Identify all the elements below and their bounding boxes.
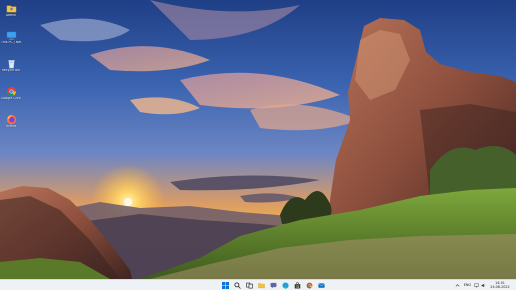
desktop-icon-label: This PC / Networking (1, 41, 21, 44)
chrome-icon (6, 86, 16, 97)
network-icon (473, 283, 479, 287)
folder-icon (258, 283, 265, 289)
desktop-icon-admin[interactable]: Admin (1, 1, 21, 25)
desktop-icon-label: Firefox (5, 125, 17, 128)
desktop-icon-label: Google Chrome (1, 97, 21, 100)
system-tray: ENG 14:51 24.08.2022 (455, 280, 516, 290)
recycle-bin-icon (7, 60, 15, 69)
chrome-taskbar-button[interactable] (305, 281, 314, 290)
store-icon (294, 282, 301, 289)
mail-icon (318, 283, 325, 288)
desktop-icon-recycle-bin[interactable]: Recycle Bin (1, 56, 21, 80)
taskbar: ENG 14:51 24.08.2022 (0, 279, 516, 290)
windows-start-icon (222, 282, 229, 289)
desktop-icon-firefox[interactable]: Firefox (1, 112, 21, 136)
search-icon (234, 282, 241, 289)
edge-button[interactable] (281, 281, 290, 290)
input-language-indicator[interactable]: ENG (464, 283, 471, 287)
network-button[interactable] (473, 281, 479, 289)
file-explorer-button[interactable] (257, 281, 266, 290)
desktop-icon-label: Admin (5, 14, 17, 17)
monitor-icon (6, 31, 16, 40)
chrome-icon (306, 282, 313, 289)
store-button[interactable] (293, 281, 302, 290)
desktop-icon-label: Recycle Bin (1, 69, 21, 72)
firefox-icon (6, 114, 16, 125)
show-hidden-icons-button[interactable] (455, 281, 461, 289)
chat-icon (270, 282, 277, 289)
taskbar-apps (221, 281, 326, 290)
task-view-button[interactable] (245, 281, 254, 290)
task-view-icon (246, 282, 253, 289)
mail-button[interactable] (317, 281, 326, 290)
chat-button[interactable] (269, 281, 278, 290)
volume-button[interactable] (480, 281, 486, 289)
taskbar-search-button[interactable] (233, 281, 242, 290)
edge-icon (282, 282, 289, 289)
start-button[interactable] (221, 281, 230, 290)
speaker-icon (481, 283, 485, 287)
clock-date: 24.08.2022 (490, 285, 510, 289)
user-folder-icon (6, 5, 16, 13)
chevron-up-icon (455, 283, 460, 287)
desktop-wallpaper (0, 0, 516, 279)
desktop-icon-chrome[interactable]: Google Chrome (1, 84, 21, 108)
desktop-icon-this-pc[interactable]: This PC / Networking (1, 28, 21, 52)
taskbar-clock[interactable]: 14:51 24.08.2022 (487, 281, 513, 289)
